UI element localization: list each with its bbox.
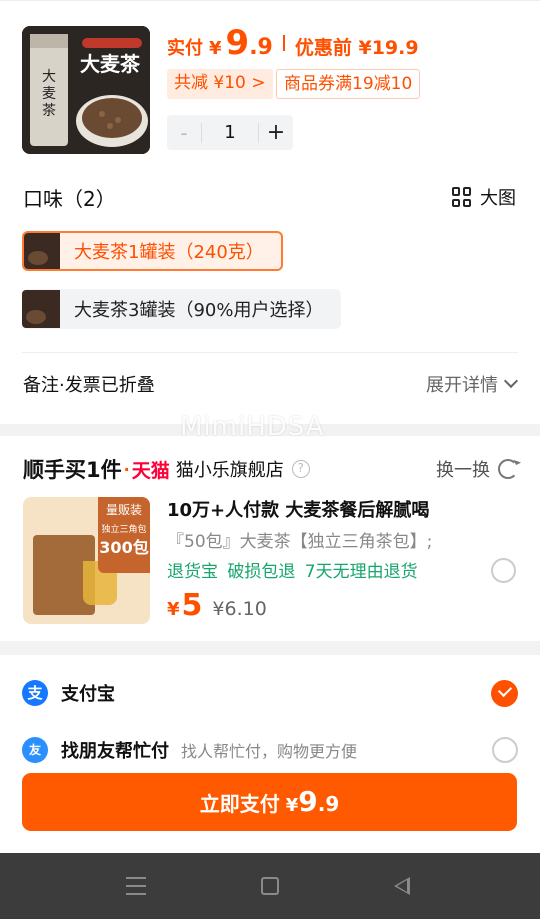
unchecked-radio-icon[interactable] bbox=[492, 737, 518, 763]
option-thumbnail bbox=[22, 290, 60, 328]
product-image-art: 大 麦 茶 大麦茶 bbox=[22, 26, 150, 154]
swap-button[interactable]: 换一换 bbox=[436, 456, 518, 482]
original-price: 优惠前 ¥19.9 bbox=[294, 37, 419, 59]
service-guarantees: 退货宝 破损包退 7天无理由退货 bbox=[167, 562, 418, 582]
order-card: 大 麦 茶 大麦茶 实付 ¥ 9 .9 优惠前 ¥19.9 共减 ¥10 > 商… bbox=[0, 0, 540, 424]
recommend-header: 顺手买1件 · 天猫 猫小乐旗舰店 ? bbox=[23, 454, 310, 484]
payment-option-alipay[interactable]: 支 支付宝 bbox=[22, 676, 518, 710]
shop-name[interactable]: 猫小乐旗舰店 bbox=[176, 456, 284, 482]
payment-subtitle: 找人帮忙付，购物更方便 bbox=[181, 742, 358, 761]
expand-details-button[interactable]: 展开详情 bbox=[426, 371, 519, 397]
recommend-product-image[interactable]: 量贩装 独立三角包 300包 bbox=[23, 497, 150, 624]
recommend-original-price: ¥6.10 bbox=[212, 598, 267, 620]
decrease-button[interactable]: - bbox=[167, 121, 201, 145]
big-image-toggle[interactable]: 大图 bbox=[452, 184, 516, 210]
checked-radio-icon[interactable] bbox=[491, 680, 518, 707]
recommend-product-name[interactable]: 10万+人付款 大麦茶餐后解腻喝 bbox=[167, 496, 429, 522]
quantity-value[interactable]: 1 bbox=[201, 122, 259, 143]
currency-symbol: ¥ bbox=[209, 38, 222, 59]
pay-label: 实付 bbox=[167, 38, 203, 59]
add-on-recommendation: 顺手买1件 · 天猫 猫小乐旗舰店 ? 换一换 量贩装 独立三角包 300包 1… bbox=[0, 436, 540, 641]
divider bbox=[22, 352, 518, 353]
grid-icon bbox=[452, 187, 472, 207]
flavor-option-1-can[interactable]: 大麦茶1罐装（240克） bbox=[22, 231, 283, 271]
note-invoice-label: 备注·发票已折叠 bbox=[23, 375, 155, 396]
price-decimal: .9 bbox=[249, 35, 273, 60]
svg-text:大: 大 bbox=[42, 69, 56, 85]
svg-text:麦: 麦 bbox=[42, 86, 56, 102]
coupon-tag: 商品券满19减10 bbox=[276, 69, 421, 99]
system-nav-bar bbox=[0, 853, 540, 919]
swap-label: 换一换 bbox=[436, 460, 490, 481]
price-integer: 9 bbox=[225, 23, 250, 63]
price-line: 实付 ¥ 9 .9 优惠前 ¥19.9 bbox=[167, 23, 419, 63]
quantity-stepper: - 1 + bbox=[167, 115, 293, 150]
recommend-price-value: 5 bbox=[181, 588, 203, 623]
big-image-label: 大图 bbox=[480, 188, 516, 209]
recent-apps-icon[interactable] bbox=[126, 877, 146, 895]
recommend-product-desc: 『50包』大麦茶【独立三角茶包】; bbox=[167, 532, 433, 552]
recommend-select-radio[interactable] bbox=[491, 558, 516, 583]
product-image[interactable]: 大 麦 茶 大麦茶 bbox=[22, 26, 150, 154]
pay-now-button[interactable]: 立即支付 ¥ 9 .9 bbox=[22, 773, 517, 831]
discount-detail-tag[interactable]: 共减 ¥10 > bbox=[167, 69, 273, 99]
recommend-title: 顺手买1件 bbox=[23, 458, 122, 482]
svg-text:茶: 茶 bbox=[42, 103, 56, 119]
expand-label: 展开详情 bbox=[426, 375, 498, 396]
flavor-title: 口味（2） bbox=[23, 187, 116, 211]
svg-text:大麦茶: 大麦茶 bbox=[80, 52, 141, 76]
option-thumbnail bbox=[24, 233, 60, 269]
payment-name: 找朋友帮忙付 bbox=[61, 741, 169, 762]
bulk-badge: 量贩装 独立三角包 300包 bbox=[98, 497, 150, 573]
option-label: 大麦茶3罐装（90%用户选择） bbox=[74, 300, 324, 321]
recommend-price: ¥ 5 ¥6.10 bbox=[167, 588, 267, 623]
increase-button[interactable]: + bbox=[259, 120, 293, 145]
help-icon[interactable]: ? bbox=[291, 460, 310, 478]
payment-option-friend[interactable]: 友 找朋友帮忙付 找人帮忙付，购物更方便 bbox=[22, 733, 518, 767]
back-icon[interactable] bbox=[394, 877, 410, 895]
friend-pay-icon: 友 bbox=[22, 737, 48, 763]
home-icon[interactable] bbox=[261, 877, 279, 895]
payment-name: 支付宝 bbox=[61, 684, 115, 705]
watermark: MimiHDSA bbox=[180, 412, 325, 442]
flavor-option-3-cans[interactable]: 大麦茶3罐装（90%用户选择） bbox=[22, 289, 341, 329]
refresh-icon bbox=[498, 459, 518, 479]
price-separator bbox=[282, 35, 285, 51]
alipay-icon: 支 bbox=[22, 680, 48, 706]
tmall-logo: 天猫 bbox=[131, 459, 170, 482]
option-label: 大麦茶1罐装（240克） bbox=[74, 242, 264, 263]
chevron-down-icon bbox=[503, 373, 519, 389]
